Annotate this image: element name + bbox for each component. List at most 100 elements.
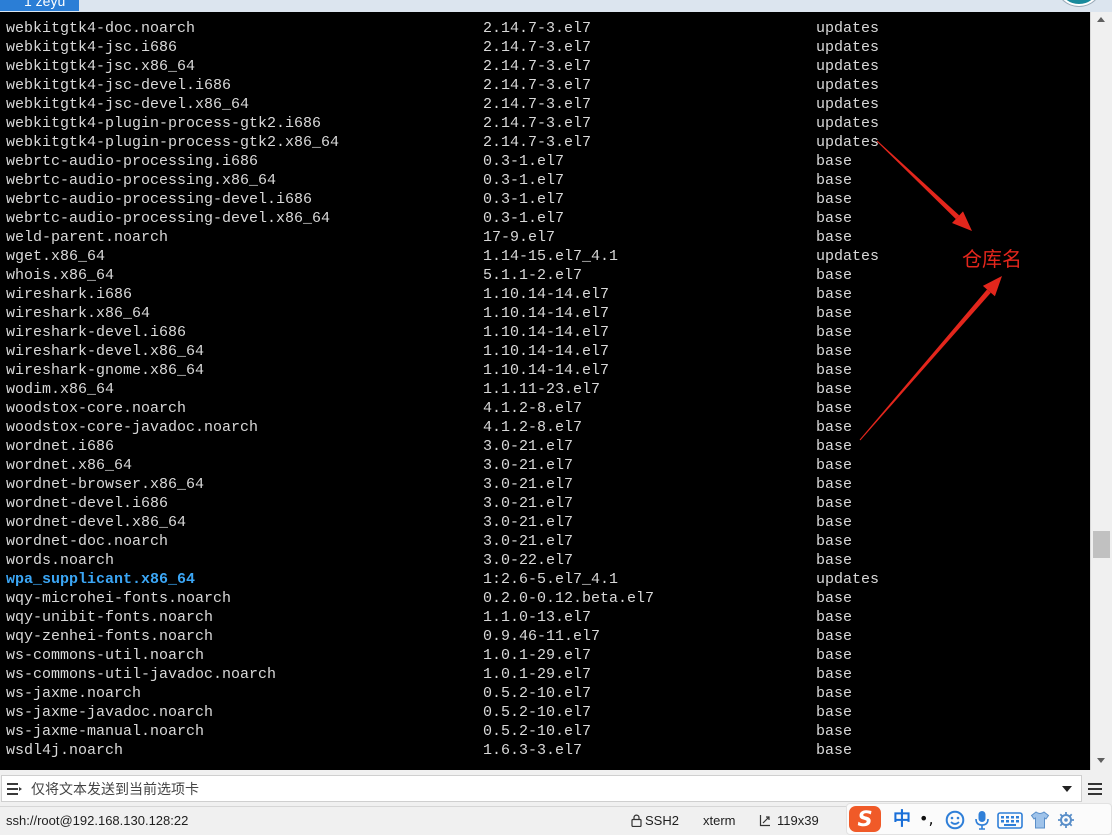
package-version: 5.1.1-2.el7	[483, 267, 583, 284]
package-row: wireshark-devel.i686 1.10.14-14.el7 base	[0, 323, 1090, 342]
package-name: webkitgtk4-jsc-devel.i686	[6, 77, 232, 94]
package-repo: base	[816, 590, 853, 607]
package-name: webkitgtk4-jsc.x86_64	[6, 58, 196, 75]
package-version: 4.1.2-8.el7	[483, 419, 583, 436]
package-name: wqy-microhei-fonts.noarch	[6, 590, 232, 607]
ime-mode-toggle[interactable]: 中	[893, 806, 911, 832]
package-name: webkitgtk4-plugin-process-gtk2.x86_64	[6, 134, 340, 151]
terminal-size-label: 119x39	[777, 813, 819, 828]
send-menu-icon[interactable]	[6, 781, 22, 797]
ime-logo[interactable]: S	[849, 806, 881, 832]
package-row: wpa_supplicant.x86_64 1:2.6-5.el7_4.1 upda…	[0, 570, 1090, 589]
package-row: whois.x86_64 5.1.1-2.el7 base	[0, 266, 1090, 285]
package-name: words.noarch	[6, 552, 115, 569]
package-name: wordnet.x86_64	[6, 457, 133, 474]
tab-bar: 1 zeyu	[0, 0, 1112, 12]
package-repo: base	[816, 267, 853, 284]
package-row: words.noarch 3.0-22.el7 base	[0, 551, 1090, 570]
package-row: wqy-zenhei-fonts.noarch 0.9.46-11.el7 base	[0, 627, 1090, 646]
package-row: wordnet-doc.noarch 3.0-21.el7 base	[0, 532, 1090, 551]
package-name: webkitgtk4-jsc.i686	[6, 39, 178, 56]
tab-session[interactable]: 1 zeyu	[0, 0, 79, 11]
package-name: webkitgtk4-plugin-process-gtk2.i686	[6, 115, 322, 132]
package-repo: base	[816, 647, 853, 664]
toolbox-icon[interactable]	[1057, 810, 1075, 833]
package-name: wpa_supplicant.x86_64	[6, 571, 196, 588]
package-repo: base	[816, 514, 853, 531]
package-row: wordnet-devel.i686 3.0-21.el7 base	[0, 494, 1090, 513]
package-row: wordnet.i686 3.0-21.el7 base	[0, 437, 1090, 456]
package-version: 2.14.7-3.el7	[483, 20, 592, 37]
package-row: webkitgtk4-jsc.x86_64 2.14.7-3.el7 updates	[0, 57, 1090, 76]
package-version: 2.14.7-3.el7	[483, 77, 592, 94]
package-version: 1.10.14-14.el7	[483, 286, 610, 303]
keyboard-icon[interactable]	[997, 812, 1023, 832]
package-repo: base	[816, 191, 853, 208]
package-row: ws-jaxme-manual.noarch 0.5.2-10.el7 base	[0, 722, 1090, 741]
package-repo: base	[816, 723, 853, 740]
package-row: wireshark-gnome.x86_64 1.10.14-14.el7 base	[0, 361, 1090, 380]
package-name: wireshark-devel.i686	[6, 324, 187, 341]
package-version: 0.3-1.el7	[483, 210, 565, 227]
scroll-up-arrow-icon[interactable]	[1097, 17, 1105, 22]
package-name: ws-commons-util.noarch	[6, 647, 205, 664]
package-version: 0.9.46-11.el7	[483, 628, 601, 645]
package-row: weld-parent.noarch 17-9.el7 base	[0, 228, 1090, 247]
package-repo: base	[816, 533, 853, 550]
package-row: wordnet.x86_64 3.0-21.el7 base	[0, 456, 1090, 475]
package-name: whois.x86_64	[6, 267, 115, 284]
package-row: webkitgtk4-jsc.i686 2.14.7-3.el7 updates	[0, 38, 1090, 57]
package-row: woodstox-core.noarch 4.1.2-8.el7 base	[0, 399, 1090, 418]
package-version: 0.2.0-0.12.beta.el7	[483, 590, 655, 607]
package-version: 1.1.11-23.el7	[483, 381, 601, 398]
package-version: 1.10.14-14.el7	[483, 324, 610, 341]
package-name: wordnet-doc.noarch	[6, 533, 169, 550]
shirt-icon[interactable]	[1030, 810, 1050, 833]
package-version: 17-9.el7	[483, 229, 556, 246]
status-orb-icon[interactable]	[1056, 0, 1102, 6]
compose-field[interactable]	[1, 775, 1082, 802]
package-row: webkitgtk4-jsc-devel.i686 2.14.7-3.el7 upd…	[0, 76, 1090, 95]
package-repo: base	[816, 609, 853, 626]
package-version: 0.3-1.el7	[483, 191, 565, 208]
package-version: 1.0.1-29.el7	[483, 666, 592, 683]
package-version: 2.14.7-3.el7	[483, 39, 592, 56]
terminal-scrollbar[interactable]	[1090, 12, 1112, 770]
package-version: 2.14.7-3.el7	[483, 58, 592, 75]
package-row: ws-jaxme.noarch 0.5.2-10.el7 base	[0, 684, 1090, 703]
package-repo: base	[816, 153, 853, 170]
package-repo: base	[816, 685, 853, 702]
chevron-down-icon[interactable]	[1062, 786, 1072, 792]
package-name: webrtc-audio-processing.x86_64	[6, 172, 277, 189]
package-row: ws-commons-util-javadoc.noarch 1.0.1-29.e…	[0, 665, 1090, 684]
package-row: webrtc-audio-processing-devel.x86_64 0.3-…	[0, 209, 1090, 228]
microphone-icon[interactable]	[974, 810, 990, 833]
smiley-icon[interactable]	[945, 810, 965, 833]
scroll-down-arrow-icon[interactable]	[1097, 758, 1105, 763]
terminal-output[interactable]: webkitgtk4-doc.noarch 2.14.7-3.el7 updates…	[0, 12, 1090, 770]
package-name: wsdl4j.noarch	[6, 742, 124, 759]
menu-icon[interactable]	[1088, 782, 1102, 795]
ime-punctuation-toggle[interactable]: •,	[919, 806, 934, 832]
lock-icon	[631, 814, 642, 830]
package-name: ws-jaxme-manual.noarch	[6, 723, 205, 740]
package-row: webrtc-audio-processing-devel.i686 0.3-1.…	[0, 190, 1090, 209]
package-name: wireshark.x86_64	[6, 305, 151, 322]
package-version: 3.0-22.el7	[483, 552, 574, 569]
package-row: wireshark-devel.x86_64 1.10.14-14.el7 base	[0, 342, 1090, 361]
compose-input[interactable]	[28, 778, 1051, 799]
package-repo: updates	[816, 39, 880, 56]
package-row: ws-jaxme-javadoc.noarch 0.5.2-10.el7 base	[0, 703, 1090, 722]
package-name: webrtc-audio-processing.i686	[6, 153, 259, 170]
package-name: ws-commons-util-javadoc.noarch	[6, 666, 277, 683]
package-row: wordnet-browser.x86_64 3.0-21.el7 base	[0, 475, 1090, 494]
package-version: 0.5.2-10.el7	[483, 685, 592, 702]
connection-address: ssh://root@192.168.130.128:22	[6, 813, 189, 828]
package-version: 1.1.0-13.el7	[483, 609, 592, 626]
package-row: webkitgtk4-plugin-process-gtk2.x86_64 2.1…	[0, 133, 1090, 152]
package-repo: updates	[816, 20, 880, 37]
package-repo: base	[816, 172, 853, 189]
package-version: 1.10.14-14.el7	[483, 362, 610, 379]
package-name: woodstox-core-javadoc.noarch	[6, 419, 259, 436]
scrollbar-thumb[interactable]	[1093, 531, 1110, 559]
